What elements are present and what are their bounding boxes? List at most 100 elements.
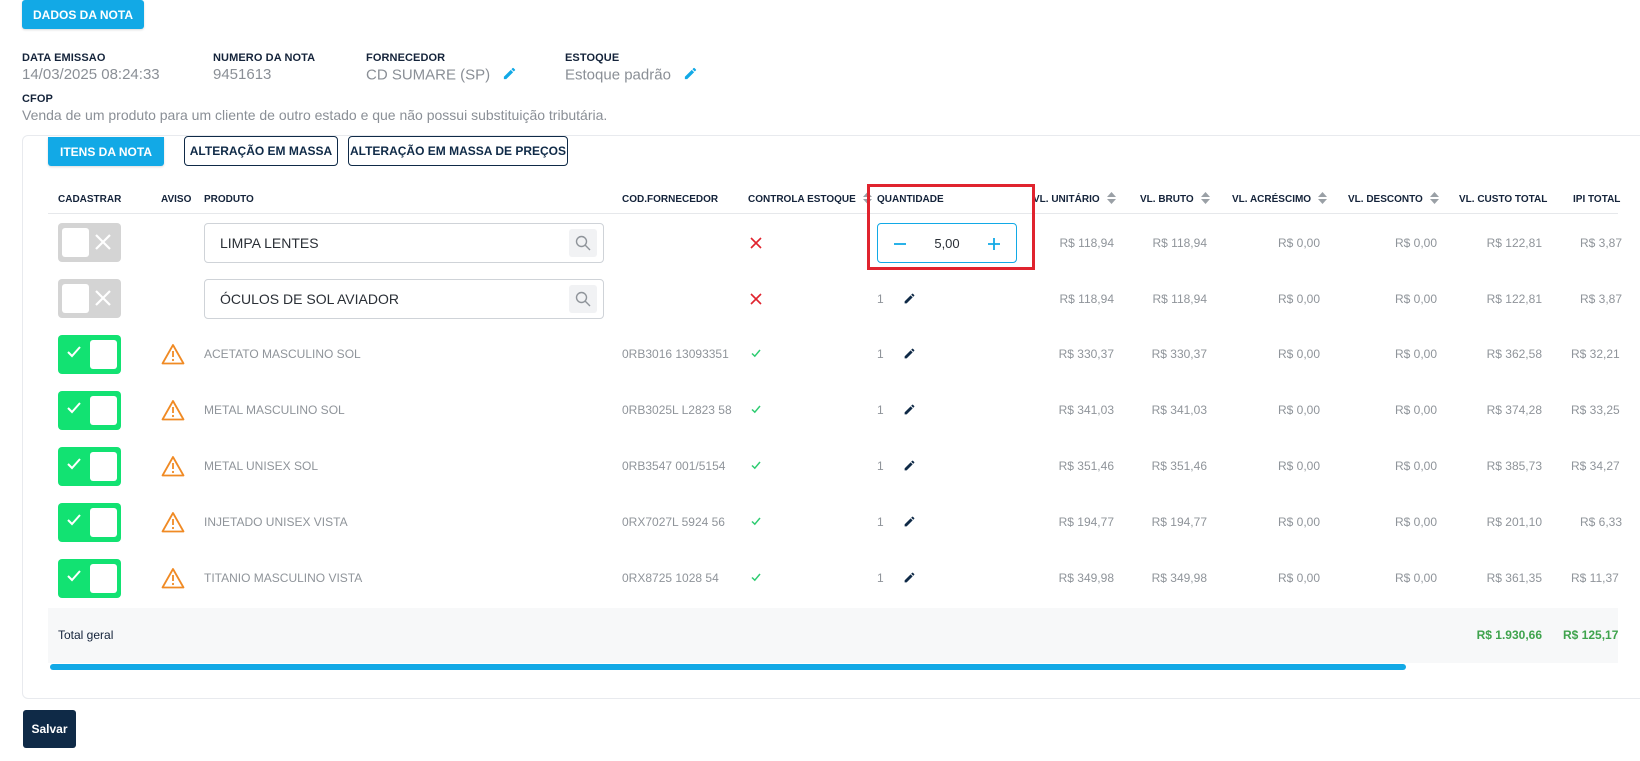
cell-vl-unitario: R$ 118,94 [1059, 236, 1115, 250]
pencil-icon[interactable] [903, 571, 916, 584]
cell-vl-custo-total: R$ 374,28 [1486, 403, 1542, 417]
cell-cod-fornecedor: 0RB3025L L2823 58 [622, 403, 732, 417]
cadastrar-toggle[interactable] [58, 223, 121, 262]
cell-ipi-total: R$ 11,37 [1571, 571, 1619, 585]
save-button[interactable]: Salvar [23, 710, 76, 748]
col-vl-custo-total: VL. CUSTO TOTAL [1459, 193, 1548, 205]
cell-produto: ACETATO MASCULINO SOL [204, 347, 361, 361]
warning-triangle-icon [161, 511, 185, 533]
cell-vl-bruto: R$ 349,98 [1151, 571, 1207, 585]
label-estoque: ESTOQUE [565, 52, 620, 64]
col-controla-estoque[interactable]: CONTROLA ESTOQUE [748, 191, 872, 206]
sort-arrows-icon[interactable] [1318, 191, 1328, 207]
pencil-icon[interactable] [683, 66, 698, 85]
col-vl-unitario[interactable]: VL. UNITÁRIO [1033, 191, 1116, 207]
col-vl-acrescimo[interactable]: VL. ACRÉSCIMO [1232, 191, 1328, 207]
toggle-knob [90, 452, 117, 481]
col-vl-desconto-label: VL. DESCONTO [1348, 193, 1423, 205]
pencil-icon[interactable] [903, 347, 916, 360]
horizontal-scrollbar[interactable] [50, 664, 1406, 670]
pencil-icon[interactable] [502, 66, 517, 85]
field-data-emissao: DATA EMISSAO 14/03/2025 08:24:33 [22, 52, 160, 83]
product-search-input[interactable]: ÓCULOS DE SOL AVIADOR [204, 279, 604, 319]
cadastrar-toggle[interactable] [58, 559, 121, 598]
toggle-knob [62, 284, 89, 313]
sort-arrows-icon[interactable] [1200, 191, 1210, 207]
cell-vl-acrescimo: R$ 0,00 [1277, 347, 1320, 361]
col-vl-bruto[interactable]: VL. BRUTO [1140, 191, 1210, 207]
x-icon [92, 231, 114, 258]
sort-arrows-icon[interactable] [1106, 191, 1116, 207]
cell-quantidade: 1 [877, 292, 884, 306]
cell-ipi-total: R$ 33,25 [1571, 403, 1620, 417]
cadastrar-toggle[interactable] [58, 447, 121, 486]
pencil-icon[interactable] [903, 292, 916, 305]
tab-alteracao-em-massa-de-precos[interactable]: ALTERAÇÃO EM MASSA DE PREÇOS [348, 136, 568, 166]
toggle-knob [90, 396, 117, 425]
cell-cod-fornecedor: 0RB3547 001/5154 [622, 459, 726, 473]
label-cfop: CFOP [22, 93, 53, 105]
col-aviso: AVISO [161, 193, 192, 205]
tab-dados-da-nota[interactable]: DADOS DA NOTA [22, 0, 144, 29]
warning-triangle-icon [161, 343, 185, 365]
col-controla-estoque-label: CONTROLA ESTOQUE [748, 193, 856, 205]
pencil-icon[interactable] [903, 459, 916, 472]
cell-vl-unitario: R$ 351,46 [1058, 459, 1114, 473]
col-vl-desconto[interactable]: VL. DESCONTO [1348, 191, 1439, 207]
search-icon[interactable] [569, 285, 597, 313]
check-icon [751, 573, 761, 582]
cadastrar-toggle[interactable] [58, 391, 121, 430]
cell-vl-custo-total: R$ 201,10 [1486, 515, 1542, 529]
cadastrar-toggle[interactable] [58, 503, 121, 542]
sort-arrows-icon[interactable] [1429, 191, 1439, 207]
cell-vl-unitario: R$ 118,94 [1059, 292, 1115, 306]
highlight-box [867, 184, 1035, 270]
cell-vl-bruto: R$ 330,37 [1151, 347, 1207, 361]
cell-vl-acrescimo: R$ 0,00 [1277, 515, 1320, 529]
pencil-icon[interactable] [903, 515, 916, 528]
x-icon [92, 287, 114, 314]
cell-vl-acrescimo: R$ 0,00 [1277, 403, 1320, 417]
cell-produto: METAL MASCULINO SOL [204, 403, 345, 417]
toggle-knob [90, 564, 117, 593]
cell-vl-bruto: R$ 194,77 [1151, 515, 1207, 529]
tab-itens-da-nota[interactable]: ITENS DA NOTA [48, 137, 164, 166]
label-fornecedor: FORNECEDOR [366, 52, 446, 64]
total-row [48, 608, 1618, 663]
cell-vl-desconto: R$ 0,00 [1394, 292, 1437, 306]
value-fornecedor: CD SUMARE (SP) [366, 66, 491, 84]
cell-vl-custo-total: R$ 122,81 [1486, 236, 1542, 250]
field-fornecedor: FORNECEDOR CD SUMARE (SP) [366, 52, 517, 85]
toggle-knob [90, 340, 117, 369]
check-icon [751, 405, 761, 414]
cell-quantidade: 1 [877, 347, 884, 361]
cadastrar-toggle[interactable] [58, 279, 121, 318]
col-vl-acrescimo-label: VL. ACRÉSCIMO [1232, 193, 1312, 205]
cell-vl-desconto: R$ 0,00 [1394, 459, 1437, 473]
pencil-icon[interactable] [903, 403, 916, 416]
warning-triangle-icon [161, 455, 185, 477]
cell-quantidade: 1 [877, 515, 884, 529]
col-produto: PRODUTO [204, 193, 254, 205]
cell-vl-custo-total: R$ 122,81 [1486, 292, 1542, 306]
check-icon [751, 517, 761, 526]
header-divider [48, 213, 1618, 214]
cell-cod-fornecedor: 0RB3016 13093351 [622, 347, 729, 361]
cell-quantidade: 1 [877, 459, 884, 473]
cadastrar-toggle[interactable] [58, 335, 121, 374]
total-label: Total geral [58, 628, 114, 642]
toggle-knob [62, 228, 89, 257]
value-data-emissao: 14/03/2025 08:24:33 [22, 66, 160, 83]
product-search-input[interactable]: LIMPA LENTES [204, 223, 604, 263]
search-icon[interactable] [569, 229, 597, 257]
value-estoque-row: Estoque padrão [565, 66, 698, 85]
tab-alteracao-em-massa[interactable]: ALTERAÇÃO EM MASSA [184, 136, 338, 166]
check-icon [67, 345, 81, 363]
cell-ipi-total: R$ 3,87 [1580, 292, 1623, 306]
cell-cod-fornecedor: 0RX7027L 5924 56 [622, 515, 725, 529]
cell-vl-custo-total: R$ 361,35 [1486, 571, 1542, 585]
x-icon [750, 237, 762, 249]
check-icon [67, 569, 81, 587]
cell-vl-acrescimo: R$ 0,00 [1277, 571, 1320, 585]
warning-triangle-icon [161, 567, 185, 589]
